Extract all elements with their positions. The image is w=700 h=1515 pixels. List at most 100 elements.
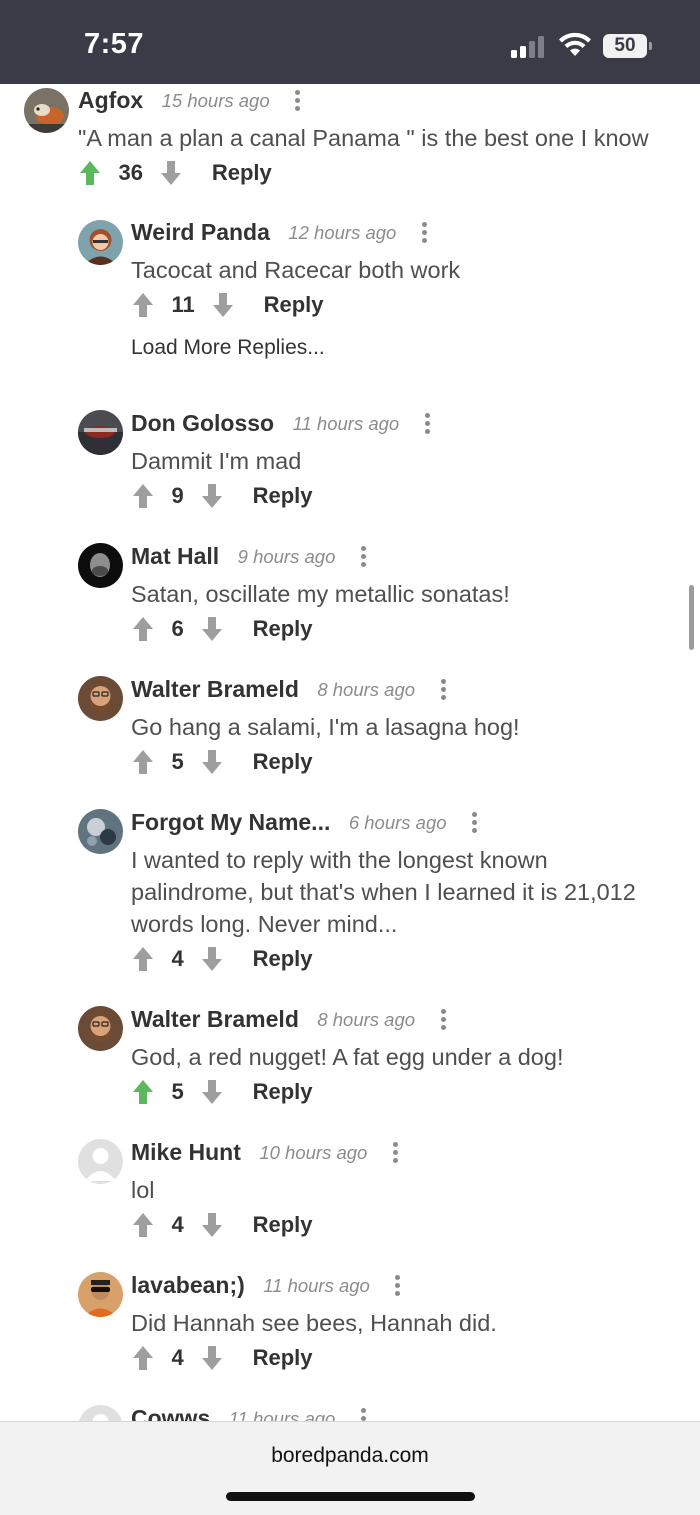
comment-text: Go hang a salami, I'm a lasagna hog!	[131, 714, 520, 740]
downvote-icon[interactable]	[200, 945, 224, 973]
more-options-icon[interactable]	[469, 811, 479, 835]
comment-text: Satan, oscillate my metallic sonatas!	[131, 581, 510, 607]
comment-actions: 4 Reply	[131, 1211, 313, 1245]
more-options-icon[interactable]	[419, 221, 429, 245]
comment-timestamp: 10 hours ago	[259, 1141, 368, 1163]
status-time: 7:57	[84, 28, 145, 60]
comment-actions: 4 Reply	[131, 945, 313, 979]
avatar[interactable]	[78, 220, 123, 265]
comment-meta: Don Golosso 11 hours ago	[131, 410, 432, 442]
downvote-icon[interactable]	[211, 291, 235, 319]
avatar[interactable]	[78, 809, 123, 854]
avatar[interactable]	[78, 1139, 123, 1184]
comment-actions: 36 Reply	[78, 159, 272, 193]
comment-timestamp: 15 hours ago	[161, 89, 270, 111]
home-indicator[interactable]	[226, 1492, 475, 1501]
load-more-replies-link[interactable]: Load More Replies...	[131, 336, 325, 360]
comment-timestamp: 8 hours ago	[317, 1008, 416, 1030]
comment-author[interactable]: lavabean;)	[131, 1272, 245, 1298]
reply-button[interactable]: Reply	[253, 1079, 313, 1105]
more-options-icon[interactable]	[422, 412, 432, 436]
vote-count: 4	[171, 946, 184, 971]
status-bar: 7:57 50	[0, 0, 700, 84]
reply-button[interactable]: Reply	[253, 483, 313, 509]
url-text[interactable]: boredpanda.com	[0, 1444, 700, 1468]
reply-button[interactable]: Reply	[253, 1212, 313, 1238]
more-options-icon[interactable]	[358, 545, 368, 569]
downvote-icon[interactable]	[200, 615, 224, 643]
comment-author[interactable]: Walter Brameld	[131, 1006, 299, 1032]
comment-timestamp: 9 hours ago	[237, 545, 336, 567]
comment-timestamp: 12 hours ago	[288, 221, 397, 243]
upvote-icon[interactable]	[131, 748, 155, 776]
downvote-icon[interactable]	[200, 482, 224, 510]
vote-count: 36	[118, 160, 143, 185]
downvote-icon[interactable]	[159, 159, 183, 187]
battery-icon: 50	[603, 34, 652, 58]
comment-author[interactable]: Agfox	[78, 87, 143, 113]
browser-address-bar[interactable]: boredpanda.com	[0, 1421, 700, 1515]
reply-button[interactable]: Reply	[264, 292, 324, 318]
upvote-icon[interactable]	[131, 945, 155, 973]
reply-button[interactable]: Reply	[253, 1345, 313, 1371]
more-options-icon[interactable]	[392, 1274, 402, 1298]
downvote-icon[interactable]	[200, 1344, 224, 1372]
comment-author[interactable]: Walter Brameld	[131, 676, 299, 702]
comment-meta: Weird Panda 12 hours ago	[131, 219, 429, 251]
downvote-icon[interactable]	[200, 1078, 224, 1106]
battery-level: 50	[603, 34, 647, 58]
comment-text: Did Hannah see bees, Hannah did.	[131, 1310, 497, 1336]
upvote-icon[interactable]	[131, 482, 155, 510]
wifi-icon	[558, 32, 592, 58]
comment-timestamp: 11 hours ago	[292, 412, 400, 434]
comment-timestamp: 8 hours ago	[317, 678, 416, 700]
avatar[interactable]	[78, 676, 123, 721]
comment-text: lol	[131, 1177, 155, 1203]
comment-meta: Walter Brameld 8 hours ago	[131, 676, 448, 708]
comment-author[interactable]: Mat Hall	[131, 543, 219, 569]
comment-author[interactable]: Weird Panda	[131, 219, 270, 245]
avatar[interactable]	[78, 1272, 123, 1317]
reply-button[interactable]: Reply	[253, 946, 313, 972]
comment-author[interactable]: Forgot My Name...	[131, 809, 330, 835]
vote-count: 5	[171, 749, 184, 774]
comment-author[interactable]: Mike Hunt	[131, 1139, 241, 1165]
reply-button[interactable]: Reply	[212, 160, 272, 186]
comment-author[interactable]: Don Golosso	[131, 410, 274, 436]
more-options-icon[interactable]	[438, 1008, 448, 1032]
upvote-icon[interactable]	[78, 159, 102, 187]
vote-count: 9	[171, 483, 184, 508]
avatar[interactable]	[78, 410, 123, 455]
more-options-icon[interactable]	[390, 1141, 400, 1165]
more-options-icon[interactable]	[292, 89, 302, 113]
comment-text: Dammit I'm mad	[131, 448, 302, 474]
vote-count: 6	[171, 616, 184, 641]
comment-meta: Walter Brameld 8 hours ago	[131, 1006, 448, 1038]
upvote-icon[interactable]	[131, 615, 155, 643]
avatar[interactable]	[78, 543, 123, 588]
vote-count: 4	[171, 1345, 184, 1370]
reply-button[interactable]: Reply	[253, 616, 313, 642]
more-options-icon[interactable]	[438, 678, 448, 702]
downvote-icon[interactable]	[200, 748, 224, 776]
reply-button[interactable]: Reply	[253, 749, 313, 775]
upvote-icon[interactable]	[131, 1211, 155, 1239]
avatar[interactable]	[24, 88, 69, 133]
comment-meta: Mat Hall 9 hours ago	[131, 543, 368, 575]
comment-actions: 11 Reply	[131, 291, 324, 325]
avatar[interactable]	[78, 1006, 123, 1051]
comment-text: I wanted to reply with the longest known…	[131, 847, 636, 937]
upvote-icon[interactable]	[131, 291, 155, 319]
upvote-icon[interactable]	[131, 1344, 155, 1372]
comment-actions: 4 Reply	[131, 1344, 313, 1378]
comment-text: "A man a plan a canal Panama " is the be…	[78, 125, 649, 151]
comment-timestamp: 11 hours ago	[263, 1274, 370, 1296]
upvote-icon[interactable]	[131, 1078, 155, 1106]
comment-text: Tacocat and Racecar both work	[131, 257, 461, 283]
comment-meta: Forgot My Name... 6 hours ago	[131, 809, 479, 841]
vote-count: 11	[171, 292, 195, 317]
downvote-icon[interactable]	[200, 1211, 224, 1239]
comment-actions: 6 Reply	[131, 615, 313, 649]
comment-actions: 5 Reply	[131, 1078, 313, 1112]
scrollbar[interactable]	[689, 585, 694, 650]
